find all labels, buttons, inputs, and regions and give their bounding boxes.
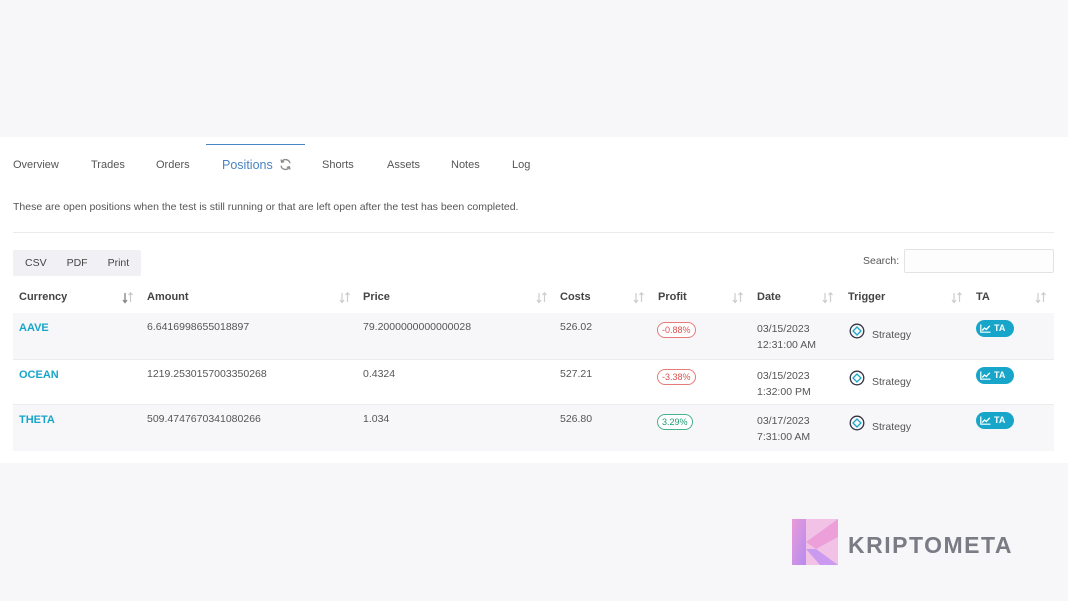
date-cell: 03/15/2023 1:32:00 PM [757, 368, 811, 400]
strategy-target-icon [849, 370, 865, 386]
ta-label: TA [994, 370, 1006, 380]
amount-cell: 509.4747670341080266 [147, 413, 261, 425]
profit-badge: -0.88% [657, 322, 696, 338]
ta-label: TA [994, 323, 1006, 333]
date-cell: 03/15/2023 12:31:00 AM [757, 321, 816, 353]
table-header: Currency Amount Price Costs Profit Date … [13, 283, 1054, 313]
export-button-group: CSV PDF Print [13, 250, 142, 276]
costs-cell: 527.21 [560, 368, 593, 380]
trigger-text: Strategy [872, 376, 912, 388]
table-row: THETA 509.4747670341080266 1.034 526.80 … [13, 405, 1054, 451]
positions-description: These are open positions when the test i… [13, 201, 519, 213]
currency-link[interactable]: AAVE [19, 322, 49, 334]
kriptometa-logo: KRIPTOMETA [792, 519, 1032, 567]
tab-trades[interactable]: Trades [91, 145, 125, 185]
refresh-icon[interactable] [279, 147, 292, 187]
chart-line-icon [980, 324, 991, 333]
trigger-text: Strategy [872, 329, 912, 341]
price-cell: 1.034 [363, 413, 390, 425]
sort-arrows-icon[interactable] [951, 291, 962, 304]
strategy-target-icon [849, 415, 865, 431]
kriptometa-logo-mark-icon [792, 519, 838, 565]
tab-positions[interactable]: Positions [206, 144, 305, 184]
column-header-price[interactable]: Price [363, 283, 390, 313]
tab-log[interactable]: Log [512, 145, 530, 185]
ta-label: TA [994, 415, 1006, 425]
date-value: 03/15/2023 [757, 370, 810, 382]
sort-arrows-icon[interactable] [822, 291, 833, 304]
costs-cell: 526.02 [560, 321, 593, 333]
column-header-profit[interactable]: Profit [658, 283, 687, 313]
column-header-date[interactable]: Date [757, 283, 781, 313]
trigger-text: Strategy [872, 421, 912, 433]
tab-shorts[interactable]: Shorts [322, 145, 354, 185]
date-value: 03/15/2023 [757, 323, 810, 335]
print-button[interactable]: Print [98, 250, 142, 276]
sort-desc-icon[interactable] [122, 291, 133, 304]
search-label: Search: [863, 255, 900, 267]
ta-button[interactable]: TA [976, 367, 1014, 384]
price-cell: 0.4324 [363, 368, 396, 380]
profit-badge: 3.29% [657, 414, 693, 430]
tab-notes[interactable]: Notes [451, 145, 480, 185]
amount-cell: 1219.2530157003350268 [147, 368, 267, 380]
sort-arrows-icon[interactable] [732, 291, 743, 304]
strategy-target-icon [849, 323, 865, 339]
pdf-button[interactable]: PDF [57, 250, 98, 276]
divider [13, 232, 1054, 233]
column-header-currency[interactable]: Currency [19, 283, 67, 313]
tab-assets[interactable]: Assets [387, 145, 420, 185]
sort-arrows-icon[interactable] [1035, 291, 1046, 304]
column-header-ta[interactable]: TA [976, 283, 990, 313]
sort-arrows-icon[interactable] [536, 291, 547, 304]
tab-positions-label: Positions [222, 158, 273, 172]
amount-cell: 6.6416998655018897 [147, 321, 250, 333]
table-row: AAVE 6.6416998655018897 79.2000000000000… [13, 313, 1054, 359]
ta-button[interactable]: TA [976, 320, 1014, 337]
profit-badge: -3.38% [657, 369, 696, 385]
tab-orders[interactable]: Orders [156, 145, 190, 185]
time-value: 12:31:00 AM [757, 339, 816, 351]
column-header-trigger[interactable]: Trigger [848, 283, 885, 313]
tab-bar: Overview Trades Orders Positions Shorts … [0, 137, 1068, 193]
currency-link[interactable]: OCEAN [19, 369, 59, 381]
date-value: 03/17/2023 [757, 415, 810, 427]
currency-link[interactable]: THETA [19, 414, 55, 426]
price-cell: 79.2000000000000028 [363, 321, 472, 333]
time-value: 7:31:00 AM [757, 431, 811, 443]
ta-button[interactable]: TA [976, 412, 1014, 429]
sort-arrows-icon[interactable] [633, 291, 644, 304]
sort-arrows-icon[interactable] [339, 291, 350, 304]
column-header-amount[interactable]: Amount [147, 283, 189, 313]
date-cell: 03/17/2023 7:31:00 AM [757, 413, 810, 445]
watermark-text: KRIPTOMETA [848, 532, 1013, 558]
chart-line-icon [980, 371, 991, 380]
csv-button[interactable]: CSV [13, 250, 57, 276]
tab-overview[interactable]: Overview [13, 145, 59, 185]
search-input[interactable] [904, 249, 1054, 273]
column-header-costs[interactable]: Costs [560, 283, 591, 313]
time-value: 1:32:00 PM [757, 386, 811, 398]
table-row: OCEAN 1219.2530157003350268 0.4324 527.2… [13, 359, 1054, 405]
results-card: Overview Trades Orders Positions Shorts … [0, 137, 1068, 463]
chart-line-icon [980, 416, 991, 425]
costs-cell: 526.80 [560, 413, 593, 425]
